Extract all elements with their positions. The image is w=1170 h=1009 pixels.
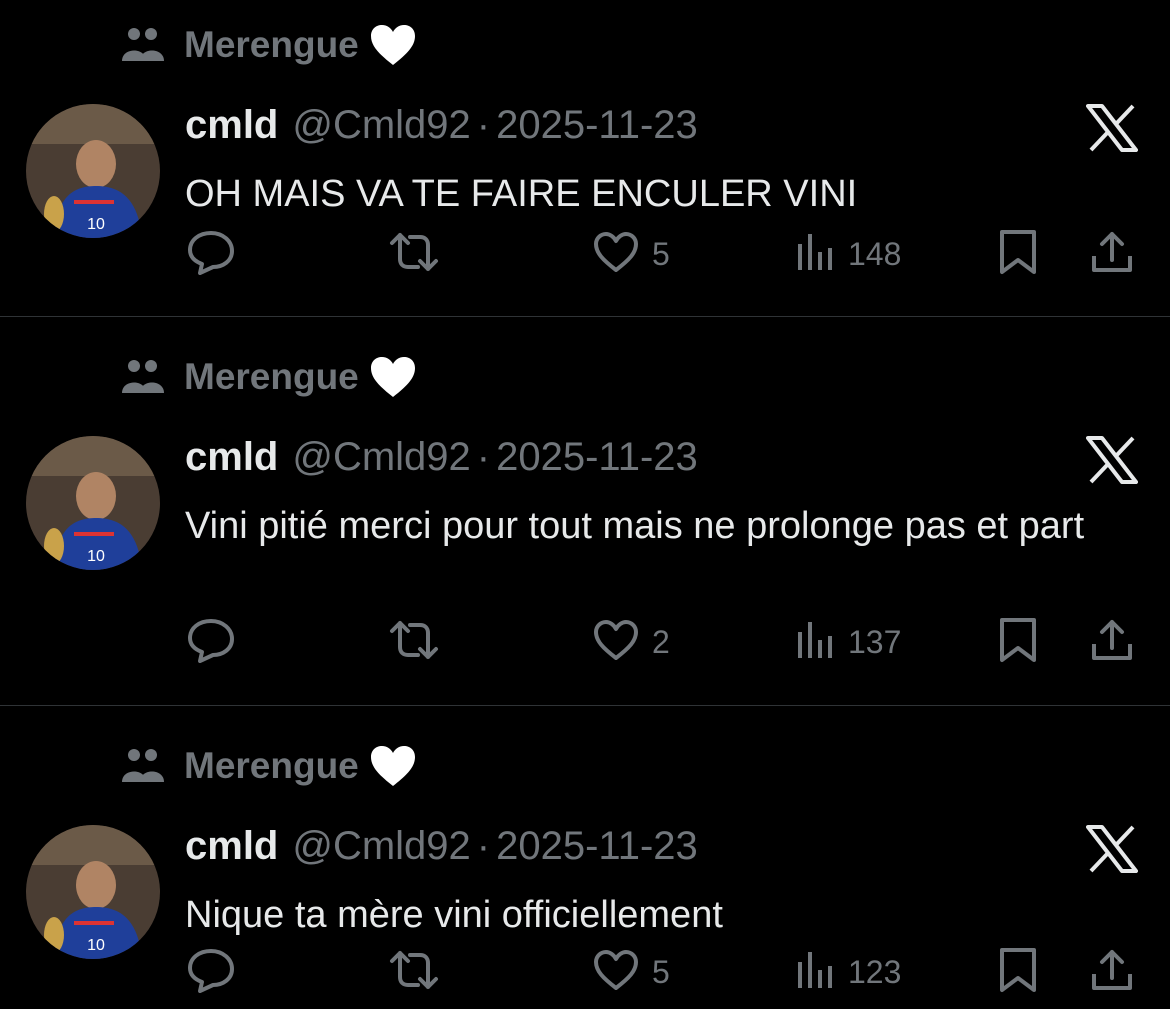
tweet-header: cmld @Cmld92 · 2025-11-23 bbox=[185, 431, 698, 483]
like-count: 5 bbox=[652, 235, 670, 272]
separator-dot: · bbox=[476, 102, 491, 147]
community-name: Merengue bbox=[184, 356, 359, 397]
community-name: Merengue bbox=[184, 745, 359, 786]
views-button[interactable]: 148 bbox=[796, 226, 901, 282]
user-handle[interactable]: @Cmld92 bbox=[292, 824, 470, 869]
bookmark-icon bbox=[998, 228, 1038, 281]
share-icon bbox=[1088, 616, 1136, 669]
views-button[interactable]: 123 bbox=[796, 944, 901, 1000]
views-bar-chart-icon bbox=[796, 230, 836, 279]
separator-dot: · bbox=[476, 823, 491, 868]
like-button[interactable]: 2 bbox=[592, 614, 670, 670]
repost-button[interactable] bbox=[386, 614, 442, 670]
white-heart-icon bbox=[369, 354, 419, 400]
like-heart-icon bbox=[592, 230, 640, 279]
view-count: 137 bbox=[848, 623, 902, 660]
x-logo-icon bbox=[1086, 825, 1138, 873]
reply-icon bbox=[186, 947, 236, 998]
x-logo-icon bbox=[1086, 104, 1138, 152]
share-button[interactable] bbox=[1088, 614, 1136, 670]
display-name[interactable]: cmld bbox=[185, 435, 278, 480]
like-heart-icon bbox=[592, 618, 640, 667]
tweet-date[interactable]: 2025-11-23 bbox=[496, 103, 698, 148]
reply-icon bbox=[186, 229, 236, 280]
view-count: 123 bbox=[848, 953, 902, 990]
tweet-text: Nique ta mère vini officiellement bbox=[185, 894, 723, 936]
community-label[interactable]: Merengue bbox=[120, 741, 419, 791]
tweet-header: cmld @Cmld92 · 2025-11-23 bbox=[185, 99, 698, 151]
repost-icon bbox=[386, 617, 442, 668]
bookmark-button[interactable] bbox=[998, 226, 1038, 282]
reply-button[interactable] bbox=[186, 944, 236, 1000]
views-bar-chart-icon bbox=[796, 618, 836, 667]
user-handle[interactable]: @Cmld92 bbox=[292, 435, 470, 480]
avatar[interactable]: 10 bbox=[26, 104, 160, 238]
community-people-icon bbox=[120, 25, 166, 65]
white-heart-icon bbox=[369, 743, 419, 789]
x-logo-icon bbox=[1086, 436, 1138, 484]
reply-button[interactable] bbox=[186, 614, 236, 670]
display-name[interactable]: cmld bbox=[185, 824, 278, 869]
like-button[interactable]: 5 bbox=[592, 944, 670, 1000]
community-label[interactable]: Merengue bbox=[120, 20, 419, 70]
svg-text:10: 10 bbox=[87, 548, 105, 565]
display-name[interactable]: cmld bbox=[185, 103, 278, 148]
tweet-text: Vini pitié merci pour tout mais ne prolo… bbox=[185, 505, 1085, 547]
repost-button[interactable] bbox=[386, 226, 442, 282]
share-button[interactable] bbox=[1088, 226, 1136, 282]
like-heart-icon bbox=[592, 948, 640, 997]
tweet-date[interactable]: 2025-11-23 bbox=[496, 824, 698, 869]
tweet-text: OH MAIS VA TE FAIRE ENCULER VINI bbox=[185, 173, 858, 215]
tweet-card[interactable]: Merengue 10 cmld @Cmld92 · 2025-11-23 Ni… bbox=[0, 741, 1170, 1009]
share-icon bbox=[1088, 946, 1136, 999]
bookmark-button[interactable] bbox=[998, 614, 1038, 670]
tweet-header: cmld @Cmld92 · 2025-11-23 bbox=[185, 820, 698, 872]
tweet-card[interactable]: Merengue 10 cmld @Cmld92 · 2025-11-23 Vi… bbox=[0, 352, 1170, 704]
bookmark-button[interactable] bbox=[998, 944, 1038, 1000]
like-button[interactable]: 5 bbox=[592, 226, 670, 282]
view-count: 148 bbox=[848, 235, 902, 272]
views-bar-chart-icon bbox=[796, 948, 836, 997]
community-people-icon bbox=[120, 746, 166, 786]
white-heart-icon bbox=[369, 22, 419, 68]
views-button[interactable]: 137 bbox=[796, 614, 901, 670]
action-bar: 2 137 bbox=[0, 614, 1170, 670]
share-icon bbox=[1088, 228, 1136, 281]
like-count: 5 bbox=[652, 953, 670, 990]
separator-dot: · bbox=[476, 434, 491, 479]
avatar[interactable]: 10 bbox=[26, 825, 160, 959]
user-handle[interactable]: @Cmld92 bbox=[292, 103, 470, 148]
avatar[interactable]: 10 bbox=[26, 436, 160, 570]
repost-button[interactable] bbox=[386, 944, 442, 1000]
action-bar: 5 123 bbox=[0, 944, 1170, 1000]
community-people-icon bbox=[120, 357, 166, 397]
tweet-date[interactable]: 2025-11-23 bbox=[496, 435, 698, 480]
tweet-divider bbox=[0, 705, 1170, 706]
repost-icon bbox=[386, 229, 442, 280]
like-count: 2 bbox=[652, 623, 670, 660]
action-bar: 5 148 bbox=[0, 226, 1170, 282]
reply-icon bbox=[186, 617, 236, 668]
bookmark-icon bbox=[998, 946, 1038, 999]
tweet-card[interactable]: Merengue 10 cmld @Cmld92 · 2025-11-23 OH… bbox=[0, 20, 1170, 316]
tweet-divider bbox=[0, 316, 1170, 317]
community-label[interactable]: Merengue bbox=[120, 352, 419, 402]
reply-button[interactable] bbox=[186, 226, 236, 282]
repost-icon bbox=[386, 947, 442, 998]
community-name: Merengue bbox=[184, 24, 359, 65]
bookmark-icon bbox=[998, 616, 1038, 669]
share-button[interactable] bbox=[1088, 944, 1136, 1000]
